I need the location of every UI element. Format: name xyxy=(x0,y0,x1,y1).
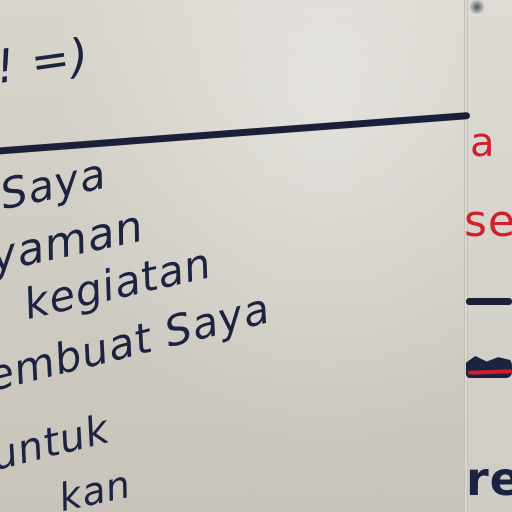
handwritten-red-fragment-a: a xyxy=(470,120,496,166)
handwritten-red-fragment-se: se xyxy=(464,196,512,247)
marker-divider-line-right xyxy=(466,298,512,305)
whiteboard-right-panel xyxy=(468,0,512,512)
top-smudge xyxy=(468,0,486,14)
whiteboard-photo: ! =) Saya yaman kegiatan embuat Saya unt… xyxy=(0,0,512,512)
handwritten-blue-fragment-re: re xyxy=(466,452,512,506)
